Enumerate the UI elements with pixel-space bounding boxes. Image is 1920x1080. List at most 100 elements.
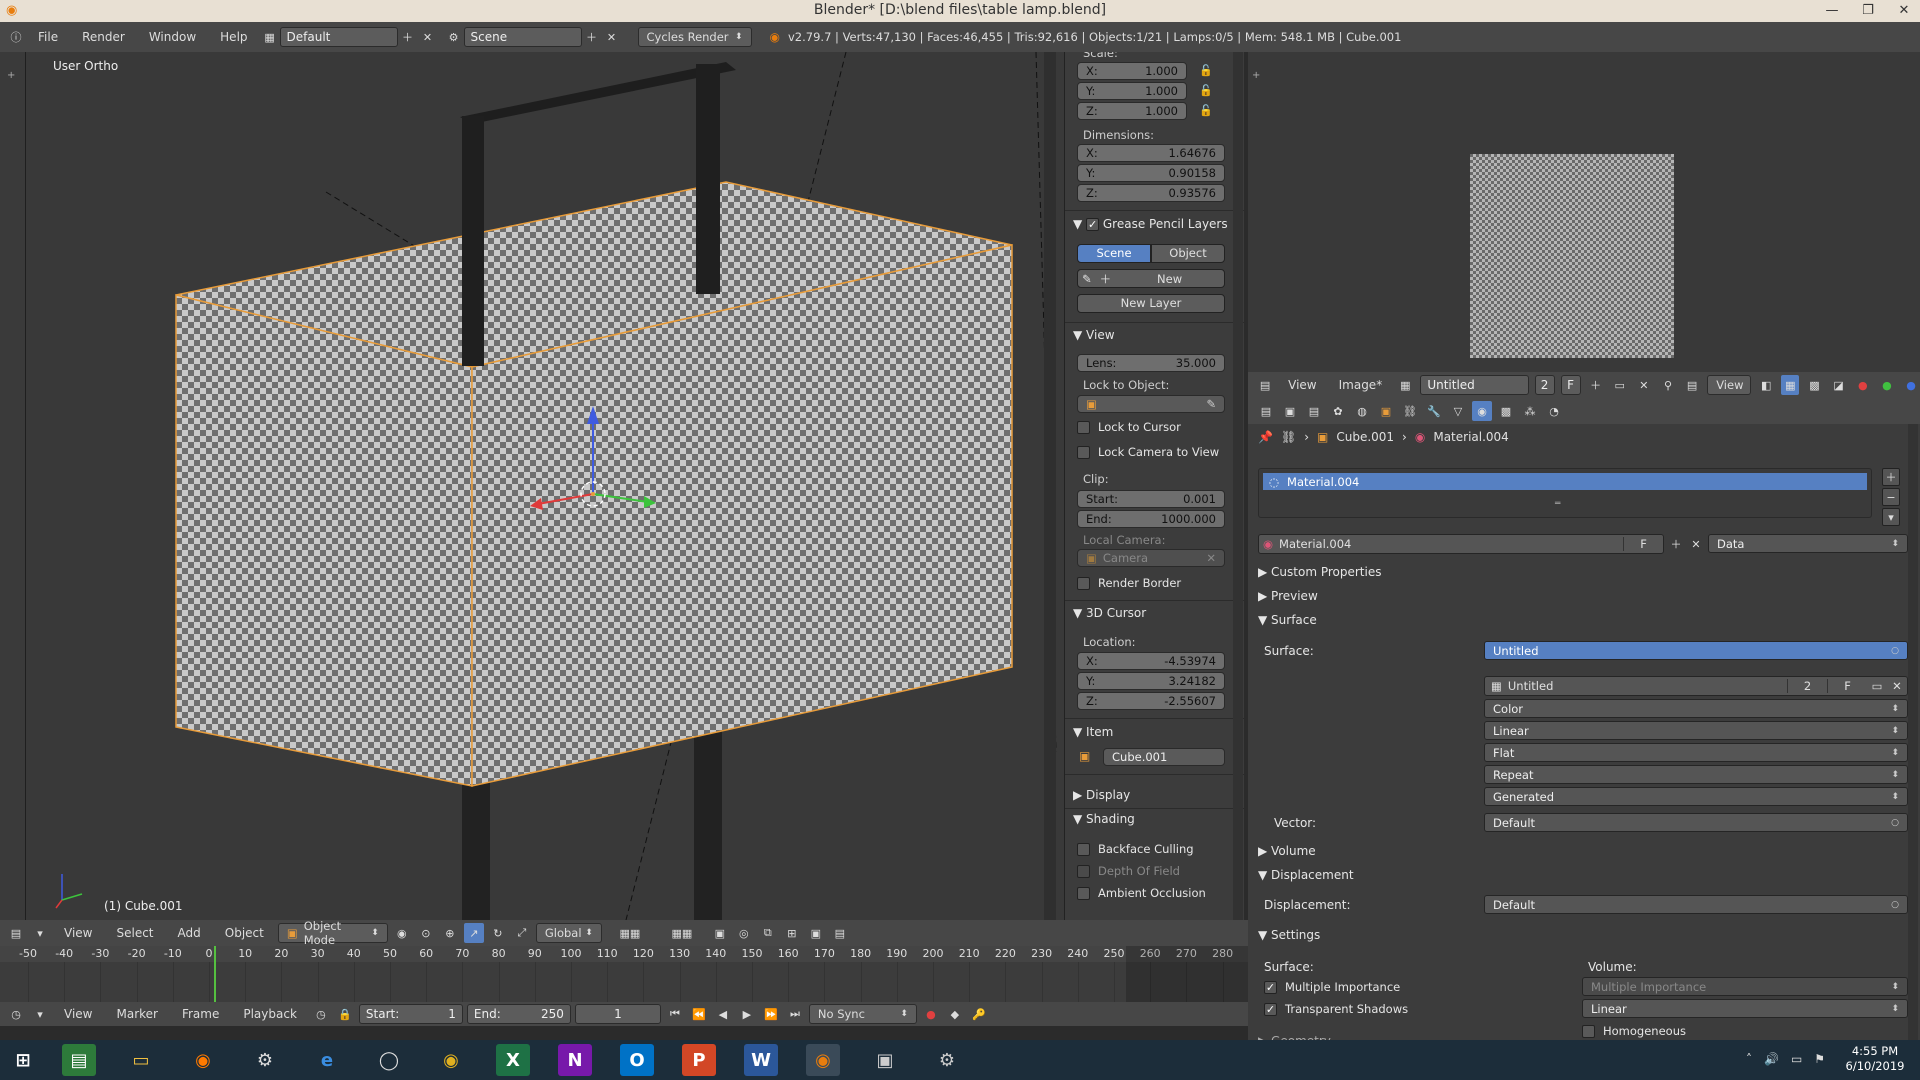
preview-panel[interactable]: ▶ Preview xyxy=(1258,589,1318,603)
new-layer-button[interactable]: New Layer xyxy=(1077,294,1225,313)
cursor-y-field[interactable]: Y: 3.24182 xyxy=(1077,672,1225,690)
opengl-animation-icon[interactable]: ▤ xyxy=(830,923,850,943)
custom-properties-panel[interactable]: ▶ Custom Properties xyxy=(1258,565,1381,579)
modifiers-tab-icon[interactable]: 🔧 xyxy=(1424,401,1444,421)
layout-field[interactable]: Default xyxy=(279,27,398,47)
material-slot-list[interactable]: ◌ Material.004 ═ xyxy=(1258,468,1872,518)
play-reverse-icon[interactable]: ◀ xyxy=(713,1004,733,1024)
expand-plus-icon[interactable]: + xyxy=(7,70,15,81)
render-tab-icon[interactable]: ▣ xyxy=(1280,401,1300,421)
outlook-icon[interactable]: O xyxy=(620,1044,654,1076)
flag-icon[interactable]: ⚑ xyxy=(1814,1052,1825,1066)
onenote-icon[interactable]: N xyxy=(558,1044,592,1076)
remove-slot-icon[interactable]: − xyxy=(1882,488,1900,506)
displacement-field[interactable]: Default ○ xyxy=(1484,895,1908,914)
grease-pencil-checkbox[interactable] xyxy=(1086,218,1100,231)
render-border-option[interactable]: Render Border xyxy=(1077,576,1181,590)
end-frame-field[interactable]: End: 250 xyxy=(466,1004,571,1024)
material-browse-icon[interactable]: ◉ xyxy=(1263,537,1273,551)
blender-icon[interactable]: ◉ xyxy=(806,1044,840,1076)
excel-icon[interactable]: X xyxy=(496,1044,530,1076)
multiple-importance-option[interactable]: Multiple Importance xyxy=(1264,980,1400,994)
timeline-menu-marker[interactable]: Marker xyxy=(106,1007,167,1021)
menu-toggle-icon[interactable]: ▾ xyxy=(30,923,50,943)
store-icon[interactable]: ▤ xyxy=(62,1044,96,1076)
dimension-z-field[interactable]: Z: 0.93576 xyxy=(1077,184,1225,202)
translate-icon[interactable]: ↗ xyxy=(463,923,484,943)
open-image-icon[interactable]: ▭ xyxy=(1867,679,1887,693)
edge-icon[interactable]: e xyxy=(310,1044,344,1076)
firefox-icon[interactable]: ◉ xyxy=(186,1044,220,1076)
volume-sampling-dropdown[interactable]: Multiple Importance ⬍ xyxy=(1582,977,1908,996)
fake-user-toggle[interactable]: F xyxy=(1623,537,1663,551)
info-editor-icon[interactable]: ⓘ xyxy=(6,27,26,47)
dimension-x-field[interactable]: X: 1.64676 xyxy=(1077,144,1225,162)
add-slot-icon[interactable]: ＋ xyxy=(1882,468,1900,486)
powerpoint-icon[interactable]: P xyxy=(682,1044,716,1076)
viewport-shading-icon[interactable]: ◉ xyxy=(392,923,412,943)
current-frame-marker[interactable] xyxy=(214,946,216,1002)
editor-type-icon[interactable]: ▤ xyxy=(1256,401,1276,421)
breadcrumb-material[interactable]: Material.004 xyxy=(1433,430,1508,444)
3d-cursor-panel-header[interactable]: ▼ 3D Cursor xyxy=(1073,606,1146,620)
start-frame-field[interactable]: Start: 1 xyxy=(358,1004,463,1024)
properties-scrollbar[interactable] xyxy=(1908,424,1918,1044)
eyedropper-icon[interactable]: ✎ xyxy=(1206,397,1216,411)
preview-range-icon[interactable]: ◷ xyxy=(311,1004,331,1024)
browse-image-icon[interactable]: ▦ xyxy=(1396,375,1414,395)
link-dropdown[interactable]: Data ⬍ xyxy=(1708,534,1908,553)
source-dropdown[interactable]: Generated ⬍ xyxy=(1484,787,1908,806)
render-slot-icon[interactable]: ▦ xyxy=(1781,375,1800,395)
object-mode-dropdown[interactable]: ▣ Object Mode ⬍ xyxy=(277,919,388,947)
menu-select[interactable]: Select xyxy=(106,926,163,940)
alpha-icon[interactable]: ◪ xyxy=(1830,375,1848,395)
transparent-shadows-option[interactable]: Transparent Shadows xyxy=(1264,1002,1408,1016)
green-channel-icon[interactable]: ● xyxy=(1878,375,1896,395)
start-icon[interactable]: ⊞ xyxy=(6,1044,40,1076)
screen-layout-icon[interactable]: ▦ xyxy=(260,27,280,47)
physics-tab-icon[interactable]: ◔ xyxy=(1544,401,1564,421)
color-space-dropdown[interactable]: Color ⬍ xyxy=(1484,699,1908,718)
jump-end-icon[interactable]: ⏭ xyxy=(785,1004,805,1024)
scale-z-field[interactable]: Z: 1.000 xyxy=(1077,102,1187,120)
render-border-checkbox[interactable] xyxy=(1077,576,1090,590)
keyframe-insert-icon[interactable]: 🔑 xyxy=(969,1004,989,1024)
volume-interpolation-dropdown[interactable]: Linear ⬍ xyxy=(1582,999,1908,1018)
display-channels-icon[interactable]: ◧ xyxy=(1757,375,1775,395)
close-icon[interactable]: ✕ xyxy=(1886,0,1920,22)
cursor-z-field[interactable]: Z: -2.55607 xyxy=(1077,692,1225,710)
displacement-panel[interactable]: ▼ Displacement xyxy=(1258,868,1354,882)
homogeneous-checkbox[interactable] xyxy=(1582,1024,1595,1038)
lens-field[interactable]: Lens: 35.000 xyxy=(1077,354,1225,372)
menu-toggle-icon[interactable]: ▾ xyxy=(30,1004,50,1024)
resize-handle-icon[interactable]: ═ xyxy=(1555,499,1560,509)
surface-panel[interactable]: ▼ Surface xyxy=(1258,613,1317,627)
system-tray[interactable]: ˄ 🔊 ▭ ⚑ xyxy=(1746,1052,1825,1066)
orientation-dropdown[interactable]: Global ⬍ xyxy=(535,923,602,943)
depth-of-field-option[interactable]: Depth Of Field xyxy=(1077,864,1180,878)
menu-render[interactable]: Render xyxy=(70,30,137,44)
remove-layout-icon[interactable]: ✕ xyxy=(418,27,438,47)
lock-to-cursor-checkbox[interactable] xyxy=(1077,420,1090,434)
lock-to-cursor-option[interactable]: Lock to Cursor xyxy=(1077,420,1181,434)
cortana-icon[interactable]: ◯ xyxy=(372,1044,406,1076)
lock-range-icon[interactable]: 🔒 xyxy=(335,1004,355,1024)
slot-menu-icon[interactable]: ▾ xyxy=(1882,508,1900,526)
expand-plus-icon[interactable]: + xyxy=(1252,70,1260,81)
volume-icon[interactable]: 🔊 xyxy=(1764,1052,1779,1066)
render-layers-tab-icon[interactable]: ▤ xyxy=(1304,401,1324,421)
item-panel-header[interactable]: ▼ Item xyxy=(1073,725,1113,739)
lock-icon[interactable]: 🔓 xyxy=(1199,104,1213,117)
object-tab-icon[interactable]: ▣ xyxy=(1376,401,1396,421)
material-slot-item[interactable]: ◌ Material.004 xyxy=(1263,473,1867,490)
timeline-menu-view[interactable]: View xyxy=(54,1007,102,1021)
remove-scene-icon[interactable]: ✕ xyxy=(602,27,622,47)
image-menu-view[interactable]: View xyxy=(1280,378,1324,392)
view-mode-icon[interactable]: ▤ xyxy=(1683,375,1701,395)
maximize-icon[interactable]: ❐ xyxy=(1850,0,1886,22)
backface-culling-checkbox[interactable] xyxy=(1077,842,1090,856)
sync-dropdown[interactable]: No Sync ⬍ xyxy=(808,1004,917,1024)
fake-user-toggle[interactable]: F xyxy=(1827,679,1867,693)
play-icon[interactable]: ▶ xyxy=(737,1004,757,1024)
lock-camera-option[interactable]: Lock Camera to View xyxy=(1077,445,1219,459)
